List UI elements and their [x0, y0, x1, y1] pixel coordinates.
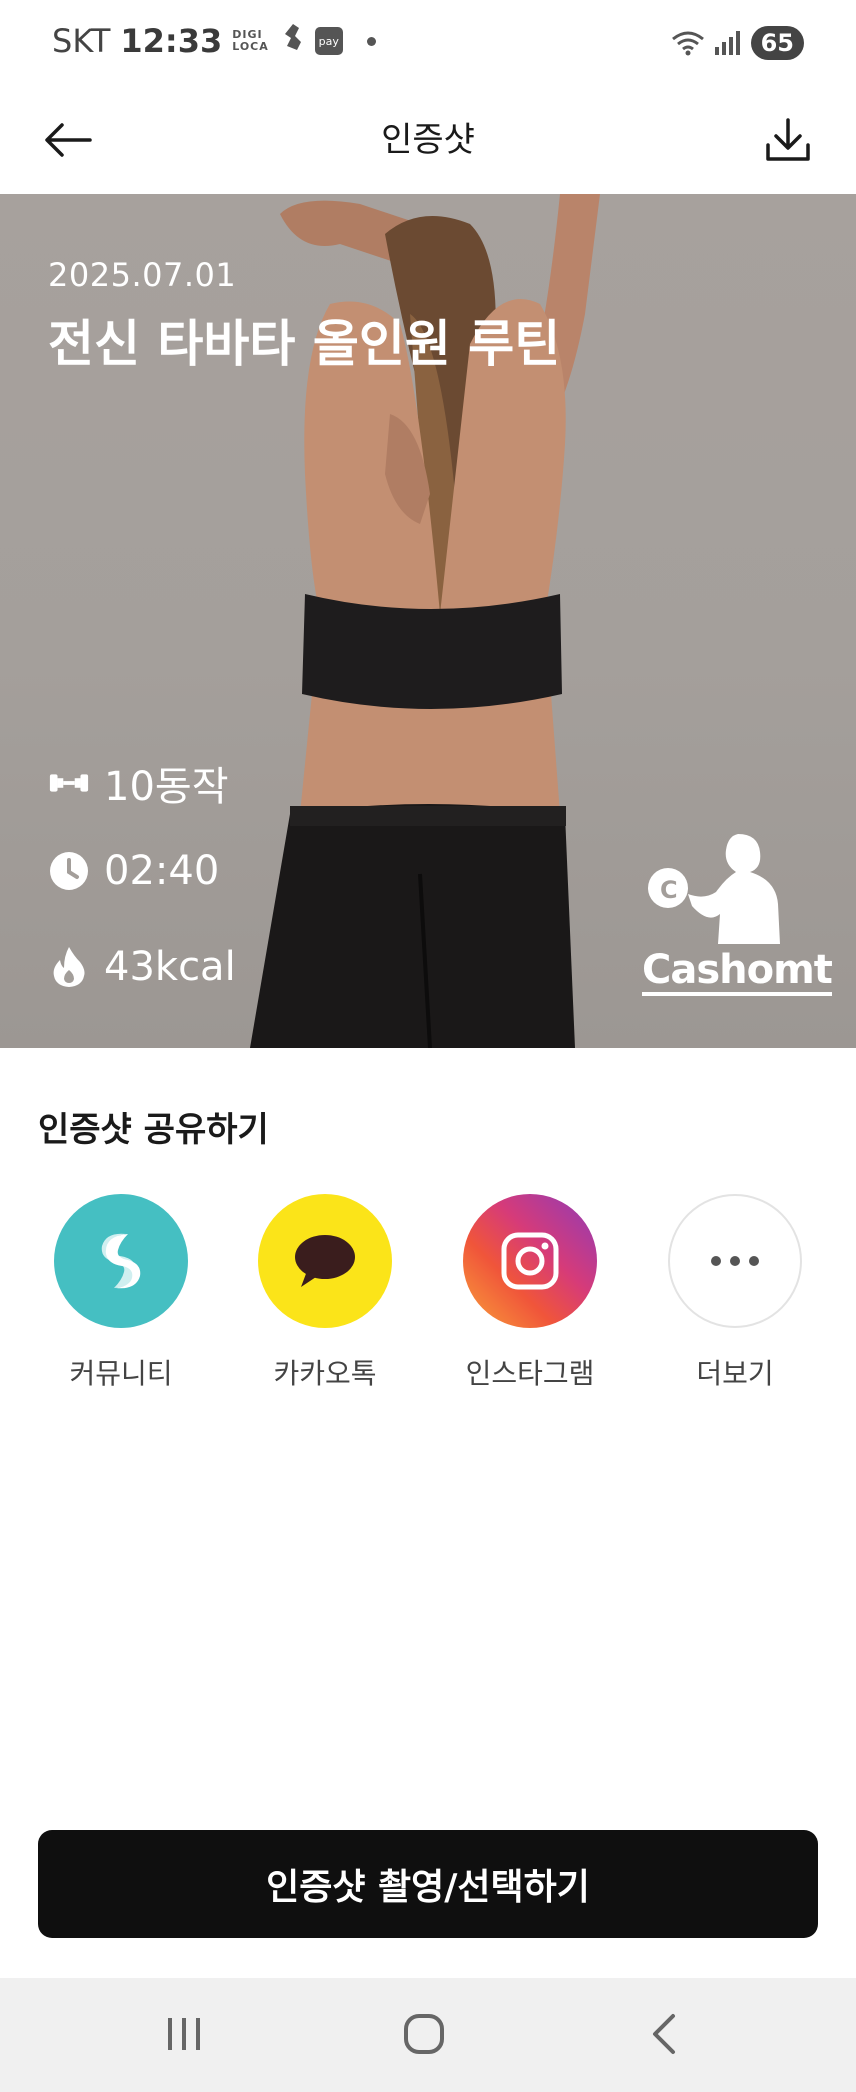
- brand-mascot-icon: C: [648, 834, 780, 944]
- brand-badge-letter: C: [660, 876, 678, 904]
- system-nav-bar: [0, 1978, 856, 2092]
- status-left: SKT 12:33 DIGI LOCA pay: [52, 22, 376, 60]
- download-button[interactable]: [758, 110, 818, 170]
- workout-date: 2025.07.01: [48, 256, 237, 294]
- runner-app-icon: [279, 22, 305, 60]
- share-instagram-label: 인스타그램: [465, 1357, 595, 1390]
- clock-icon: [48, 850, 90, 892]
- download-icon: [766, 118, 810, 161]
- duration-value: 02:40: [104, 848, 220, 894]
- share-more[interactable]: 더보기: [645, 1194, 825, 1392]
- status-bar: SKT 12:33 DIGI LOCA pay 65: [0, 0, 856, 90]
- take-or-select-photo-button[interactable]: 인증샷 촬영/선택하기: [38, 1830, 818, 1938]
- app-header: 인증샷: [0, 90, 856, 194]
- share-more-label: 더보기: [696, 1357, 774, 1390]
- dumbbell-icon: [48, 762, 90, 804]
- digiloca-app-icon: DIGI LOCA: [232, 28, 269, 53]
- brand-logo: C Cashomt: [638, 834, 833, 1014]
- share-community-label: 커뮤니티: [69, 1357, 173, 1390]
- notification-dot-icon: [366, 36, 376, 46]
- brand-wordmark: Cashomt: [642, 948, 833, 996]
- share-kakaotalk-label: 카카오톡: [273, 1357, 377, 1390]
- battery-indicator: 65: [750, 26, 804, 60]
- routine-title: 전신 타바타 올인원 루틴: [48, 315, 561, 373]
- carrier: SKT: [52, 22, 111, 60]
- recents-button[interactable]: [144, 2004, 224, 2064]
- flame-icon: [48, 946, 90, 988]
- home-icon: [404, 2014, 444, 2054]
- kakaotalk-icon[interactable]: [258, 1194, 392, 1328]
- back-nav-button[interactable]: [624, 2004, 704, 2064]
- share-options: 커뮤니티 카카오톡 인스타그램 더보기: [0, 1194, 856, 1394]
- home-button[interactable]: [384, 2004, 464, 2064]
- community-icon[interactable]: [54, 1194, 188, 1328]
- pay-app-icon: pay: [314, 27, 343, 55]
- workout-photo-card: 2025.07.01 전신 타바타 올인원 루틴 10동작 02:40 43kc…: [0, 194, 856, 1048]
- back-icon: [653, 2014, 675, 2054]
- stat-duration: 02:40: [48, 848, 219, 894]
- moves-count: 10동작: [104, 764, 229, 810]
- more-icon[interactable]: [668, 1194, 802, 1328]
- share-kakaotalk[interactable]: 카카오톡: [235, 1194, 415, 1392]
- stat-moves: 10동작: [48, 754, 229, 812]
- status-right: 65: [671, 26, 804, 60]
- recents-icon: [168, 2018, 200, 2050]
- share-community[interactable]: 커뮤니티: [31, 1194, 211, 1392]
- wifi-icon: [671, 31, 704, 56]
- share-section-title: 인증샷 공유하기: [38, 1110, 269, 1150]
- signal-icon: [714, 31, 740, 55]
- instagram-icon[interactable]: [463, 1194, 597, 1328]
- calories-value: 43kcal: [104, 944, 236, 990]
- clock: 12:33: [120, 22, 223, 60]
- stat-calories: 43kcal: [48, 944, 236, 990]
- share-instagram[interactable]: 인스타그램: [440, 1194, 620, 1392]
- page-title: 인증샷: [381, 120, 475, 160]
